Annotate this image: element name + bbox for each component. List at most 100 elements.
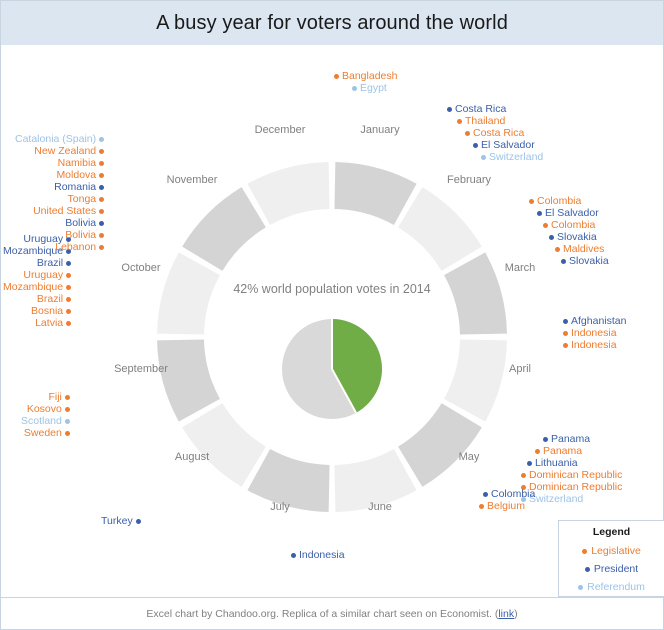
event-dot-legislative-icon bbox=[99, 208, 105, 214]
event-country-name: Panama bbox=[551, 433, 591, 445]
event-country-name: Catalonia (Spain) bbox=[15, 133, 97, 145]
legend-dot-legislative-icon bbox=[582, 548, 588, 554]
event-group-february: Costa Rica Thailand Costa Rica El Salvador S… bbox=[447, 103, 543, 163]
event-label[interactable]: Thailand bbox=[447, 115, 543, 127]
event-label[interactable]: Afghanistan bbox=[563, 315, 626, 327]
event-label[interactable]: Turkey bbox=[101, 515, 141, 527]
legend-item-legislative[interactable]: Legislative bbox=[559, 542, 664, 560]
event-country-name: Romania bbox=[54, 181, 97, 193]
chart-container: A busy year for voters around the world … bbox=[0, 0, 664, 630]
event-label[interactable]: Panama bbox=[521, 445, 622, 457]
event-dot-legislative-icon bbox=[465, 130, 470, 136]
event-label[interactable]: Egypt bbox=[334, 82, 397, 94]
event-label[interactable]: Indonesia bbox=[563, 339, 626, 351]
event-label[interactable]: Switzerland bbox=[521, 493, 622, 505]
event-country-name: Slovakia bbox=[557, 231, 597, 243]
event-label[interactable]: El Salvador bbox=[529, 207, 609, 219]
event-label[interactable]: Dominican Republic bbox=[521, 481, 622, 493]
event-label[interactable]: Romania bbox=[15, 181, 105, 193]
event-label[interactable]: Bangladesh bbox=[334, 70, 397, 82]
month-label-july: July bbox=[270, 501, 290, 513]
month-segment-february[interactable] bbox=[398, 187, 482, 271]
legend-title: Legend bbox=[592, 526, 631, 538]
event-dot-legislative-icon bbox=[64, 406, 70, 412]
event-label[interactable]: Indonesia bbox=[563, 327, 626, 339]
event-dot-legislative-icon bbox=[99, 172, 105, 178]
event-dot-legislative-icon bbox=[64, 394, 70, 400]
event-label[interactable]: El Salvador bbox=[447, 139, 543, 151]
legend-item-referendum[interactable]: Referendum bbox=[559, 578, 664, 596]
month-segment-august[interactable] bbox=[182, 403, 266, 487]
event-label[interactable]: Maldives bbox=[529, 243, 609, 255]
event-dot-legislative-icon bbox=[99, 232, 105, 238]
month-segment-september[interactable] bbox=[157, 339, 220, 422]
event-label[interactable]: Dominican Republic bbox=[521, 469, 622, 481]
event-label[interactable]: Indonesia bbox=[291, 549, 345, 561]
event-label[interactable]: Brazil bbox=[3, 257, 72, 269]
event-label[interactable]: Sweden bbox=[21, 427, 70, 439]
event-group-january: Bangladesh Egypt bbox=[334, 70, 397, 94]
month-segment-january[interactable] bbox=[334, 162, 417, 225]
event-label[interactable]: Bosnia bbox=[3, 305, 72, 317]
month-segment-november[interactable] bbox=[182, 187, 266, 271]
event-country-name: El Salvador bbox=[481, 139, 535, 151]
event-group-march: Colombia El Salvador Colombia Slovakia Maldi… bbox=[529, 195, 609, 267]
event-label[interactable]: Uruguay bbox=[3, 269, 72, 281]
event-country-name: Indonesia bbox=[571, 327, 617, 339]
event-label[interactable]: New Zealand bbox=[15, 145, 105, 157]
month-segment-april[interactable] bbox=[444, 339, 507, 422]
event-dot-legislative-icon bbox=[457, 118, 462, 124]
month-segment-december[interactable] bbox=[247, 162, 330, 225]
event-label[interactable]: Slovakia bbox=[529, 231, 609, 243]
event-label[interactable]: Colombia bbox=[529, 219, 609, 231]
event-country-name: Sweden bbox=[23, 427, 62, 439]
event-dot-president-icon bbox=[99, 184, 105, 190]
event-country-name: Switzerland bbox=[529, 493, 584, 505]
event-dot-legislative-icon bbox=[66, 320, 72, 326]
event-label[interactable]: Moldova bbox=[15, 169, 105, 181]
month-segment-october[interactable] bbox=[157, 252, 220, 335]
event-dot-legislative-icon bbox=[535, 448, 540, 454]
event-country-name: Kosovo bbox=[26, 403, 62, 415]
footer-link[interactable]: link bbox=[498, 608, 514, 620]
event-label[interactable]: Latvia bbox=[3, 317, 72, 329]
event-country-name: Tonga bbox=[67, 193, 97, 205]
event-label[interactable]: Brazil bbox=[3, 293, 72, 305]
event-label[interactable]: Fiji bbox=[21, 391, 70, 403]
month-segment-march[interactable] bbox=[444, 252, 507, 335]
event-label[interactable]: Colombia bbox=[529, 195, 609, 207]
event-country-name: New Zealand bbox=[34, 145, 97, 157]
footer-text-end: ) bbox=[514, 607, 518, 620]
event-group-july: Indonesia bbox=[291, 549, 345, 561]
event-label[interactable]: Belgium bbox=[479, 500, 535, 512]
event-label[interactable]: Kosovo bbox=[21, 403, 70, 415]
event-label[interactable]: Namibia bbox=[15, 157, 105, 169]
event-country-name: Namibia bbox=[57, 157, 97, 169]
event-dot-president-icon bbox=[291, 552, 296, 558]
event-label[interactable]: Switzerland bbox=[447, 151, 543, 163]
event-dot-president-icon bbox=[473, 142, 478, 148]
event-country-name: Mozambique bbox=[3, 281, 64, 293]
event-dot-referendum-icon bbox=[64, 418, 70, 424]
event-label[interactable]: Panama bbox=[521, 433, 622, 445]
legend-item-president[interactable]: President bbox=[559, 560, 664, 578]
event-dot-legislative-icon bbox=[64, 430, 70, 436]
event-label[interactable]: Catalonia (Spain) bbox=[15, 133, 105, 145]
event-label[interactable]: United States bbox=[15, 205, 105, 217]
event-label[interactable]: Slovakia bbox=[529, 255, 609, 267]
event-label[interactable]: Bolivia bbox=[15, 229, 105, 241]
event-label[interactable]: Costa Rica bbox=[447, 103, 543, 115]
event-label[interactable]: Bolivia bbox=[15, 217, 105, 229]
legend-label-president: President bbox=[593, 563, 639, 575]
event-label[interactable]: Tonga bbox=[15, 193, 105, 205]
event-label[interactable]: Scotland bbox=[21, 415, 70, 427]
month-segment-may[interactable] bbox=[398, 403, 482, 487]
event-label[interactable]: Costa Rica bbox=[447, 127, 543, 139]
month-label-august: August bbox=[174, 451, 210, 463]
event-label[interactable]: Colombia bbox=[479, 488, 535, 500]
event-label[interactable]: Lebanon bbox=[15, 241, 105, 253]
event-label[interactable]: Mozambique bbox=[3, 281, 72, 293]
event-label[interactable]: Lithuania bbox=[521, 457, 622, 469]
event-group-april: Afghanistan Indonesia Indonesia bbox=[563, 315, 626, 351]
event-country-name: Bosnia bbox=[31, 305, 64, 317]
